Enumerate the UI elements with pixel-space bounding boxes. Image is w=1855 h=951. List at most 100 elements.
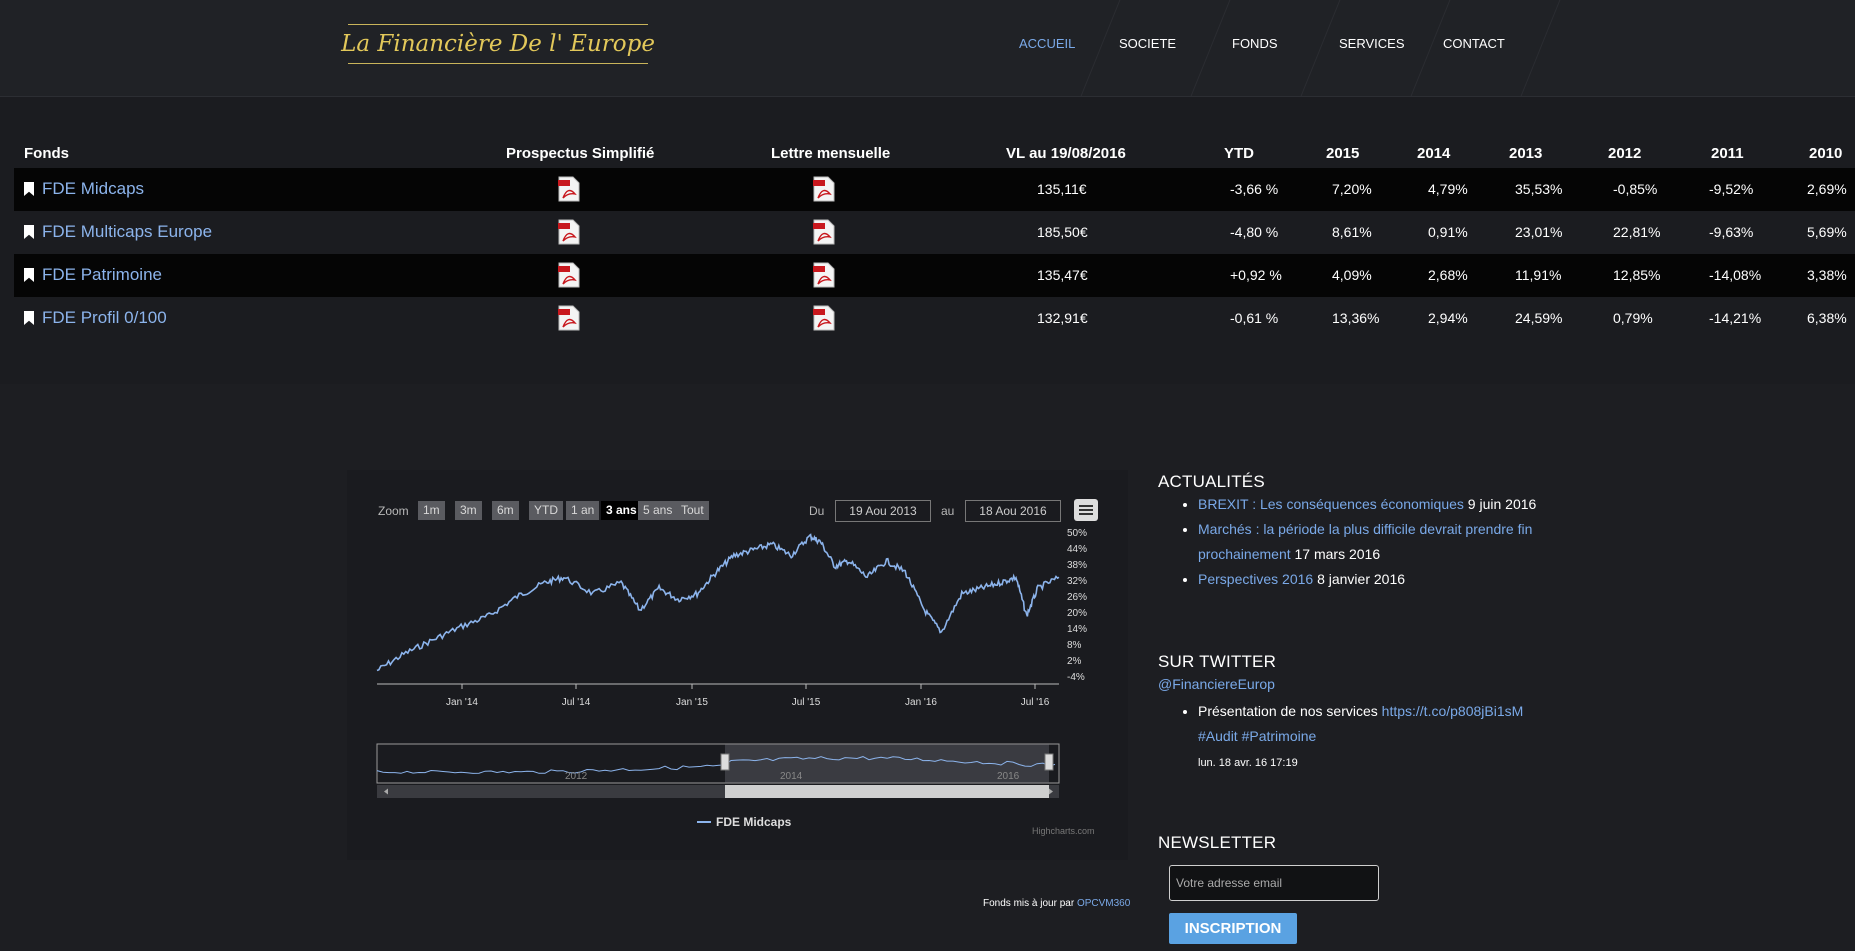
- newsletter-title: NEWSLETTER: [1158, 833, 1277, 852]
- col-header-fonds: Fonds: [24, 145, 69, 162]
- news-link[interactable]: Perspectives 2016: [1198, 571, 1313, 587]
- y-tick-label: 38%: [1067, 560, 1088, 571]
- nav-accueil[interactable]: ACCUEIL: [1019, 36, 1075, 51]
- cell-ytd: -0,61 %: [1230, 310, 1279, 326]
- scrollbar-thumb[interactable]: [725, 785, 1049, 798]
- cell-y2011: -14,21%: [1709, 310, 1762, 326]
- y-tick-label: 32%: [1067, 576, 1088, 587]
- fund-name: FDE Patrimoine: [42, 265, 162, 284]
- cell-ytd: -4,80 %: [1230, 224, 1279, 240]
- navigator-label: 2012: [565, 771, 588, 782]
- legend-item[interactable]: FDE Midcaps: [697, 815, 791, 829]
- newsletter-subscribe-button[interactable]: INSCRIPTION: [1169, 913, 1297, 944]
- twitter-handle[interactable]: @FinanciereEurop: [1158, 676, 1275, 692]
- cell-ytd: -3,66 %: [1230, 181, 1279, 197]
- tweet-text: Présentation de nos services: [1198, 703, 1378, 719]
- tweet-item: Présentation de nos services https://t.c…: [1198, 699, 1558, 776]
- nav-services[interactable]: SERVICES: [1339, 36, 1405, 51]
- bookmark-icon: [24, 225, 34, 239]
- nav-contact[interactable]: CONTACT: [1443, 36, 1505, 51]
- newsletter-pdf-icon[interactable]: [813, 305, 835, 331]
- news-list: BREXIT : Les conséquences économiques 9 …: [1183, 492, 1558, 592]
- prospectus-pdf-icon[interactable]: [558, 262, 580, 288]
- source-link[interactable]: OPCVM360: [1077, 898, 1130, 909]
- cell-vl: 135,47€: [1037, 267, 1088, 283]
- tweet-tags[interactable]: #Audit #Patrimoine: [1198, 728, 1316, 744]
- cell-y2015: 13,36%: [1332, 310, 1380, 326]
- nav-fonds[interactable]: FONDS: [1232, 36, 1278, 51]
- prospectus-pdf-icon[interactable]: [558, 176, 580, 202]
- newsletter-pdf-icon[interactable]: [813, 176, 835, 202]
- x-tick-label: Jul '16: [1020, 697, 1050, 708]
- y-tick-label: 2%: [1067, 656, 1082, 667]
- col-header-vl: VL au 19/08/2016: [1006, 145, 1126, 162]
- funds-table: Fonds Prospectus Simplifié Lettre mensue…: [0, 97, 1855, 384]
- cell-y2015: 8,61%: [1332, 224, 1372, 240]
- prospectus-pdf-icon[interactable]: [558, 219, 580, 245]
- nav-divider: [1300, 0, 1341, 96]
- tweet-url[interactable]: https://t.co/p808jBi1sM: [1382, 703, 1524, 719]
- y-tick-label: 44%: [1067, 544, 1088, 555]
- navigator-right-handle[interactable]: [1044, 753, 1054, 771]
- chart-canvas[interactable]: 2012 2014 2016: [347, 470, 1128, 860]
- navigator-label: 2014: [780, 771, 803, 782]
- cell-y2012: 12,85%: [1613, 267, 1661, 283]
- news-item: Perspectives 2016 8 janvier 2016: [1198, 567, 1558, 592]
- cell-y2015: 7,20%: [1332, 181, 1372, 197]
- chart-credits[interactable]: Highcharts.com: [1032, 826, 1095, 836]
- col-header-lettre: Lettre mensuelle: [771, 145, 891, 162]
- col-header-2013: 2013: [1509, 145, 1543, 162]
- news-date: 9 juin 2016: [1467, 496, 1537, 512]
- col-header-2011: 2011: [1711, 145, 1744, 162]
- cell-y2013: 23,01%: [1515, 224, 1563, 240]
- news-title: ACTUALITÉS: [1158, 472, 1265, 491]
- y-tick-label: -4%: [1067, 672, 1085, 683]
- site-header: La Financière De l' Europe ACCUEIL SOCIE…: [0, 0, 1855, 97]
- source-prefix: Fonds mis à jour par: [983, 898, 1075, 909]
- legend-label: FDE Midcaps: [716, 815, 792, 829]
- newsletter-email-field[interactable]: [1169, 865, 1379, 901]
- cell-y2011: -14,08%: [1709, 267, 1762, 283]
- nav-divider: [1190, 0, 1231, 96]
- y-tick-label: 50%: [1067, 528, 1088, 539]
- col-header-2010: 2010: [1809, 145, 1843, 162]
- site-logo[interactable]: La Financière De l' Europe: [341, 24, 655, 64]
- series-line-fde-midcaps[interactable]: [376, 533, 1060, 672]
- cell-y2012: 22,81%: [1613, 224, 1661, 240]
- cell-y2015: 4,09%: [1332, 267, 1372, 283]
- bookmark-icon: [24, 182, 34, 196]
- newsletter-pdf-icon[interactable]: [813, 219, 835, 245]
- nav-societe[interactable]: SOCIETE: [1119, 36, 1176, 51]
- x-tick-label: Jan '15: [676, 697, 708, 708]
- bookmark-icon: [24, 268, 34, 282]
- cell-y2013: 11,91%: [1515, 267, 1562, 283]
- cell-vl: 135,11€: [1037, 181, 1087, 197]
- fund-name: FDE Profil 0/100: [42, 308, 167, 327]
- cell-y2012: 0,79%: [1613, 310, 1653, 326]
- col-header-ytd: YTD: [1224, 145, 1254, 162]
- navigator-left-handle[interactable]: [720, 753, 730, 771]
- fund-link[interactable]: FDE Profil 0/100: [24, 308, 167, 328]
- cell-y2011: -9,63%: [1709, 224, 1754, 240]
- news-date: 8 janvier 2016: [1317, 571, 1406, 587]
- newsletter-pdf-icon[interactable]: [813, 262, 835, 288]
- fund-link[interactable]: FDE Multicaps Europe: [24, 222, 212, 242]
- x-tick-label: Jan '16: [905, 697, 937, 708]
- y-tick-label: 8%: [1067, 640, 1082, 651]
- news-link[interactable]: BREXIT : Les conséquences économiques: [1198, 496, 1464, 512]
- fund-name: FDE Multicaps Europe: [42, 222, 213, 241]
- bookmark-icon: [24, 311, 34, 325]
- x-tick-label: Jul '14: [561, 697, 591, 708]
- cell-y2010: 6,38%: [1807, 310, 1847, 326]
- col-header-2015: 2015: [1326, 145, 1360, 162]
- cell-y2014: 0,91%: [1428, 224, 1468, 240]
- cell-y2010: 2,69%: [1807, 181, 1847, 197]
- logo-text: La Financière De l' Europe: [341, 31, 655, 57]
- cell-y2013: 24,59%: [1515, 310, 1563, 326]
- cell-y2013: 35,53%: [1515, 181, 1563, 197]
- fund-link[interactable]: FDE Patrimoine: [24, 265, 162, 285]
- prospectus-pdf-icon[interactable]: [558, 305, 580, 331]
- y-tick-label: 20%: [1067, 608, 1088, 619]
- fund-link[interactable]: FDE Midcaps: [24, 179, 144, 199]
- nav-divider: [1080, 0, 1121, 96]
